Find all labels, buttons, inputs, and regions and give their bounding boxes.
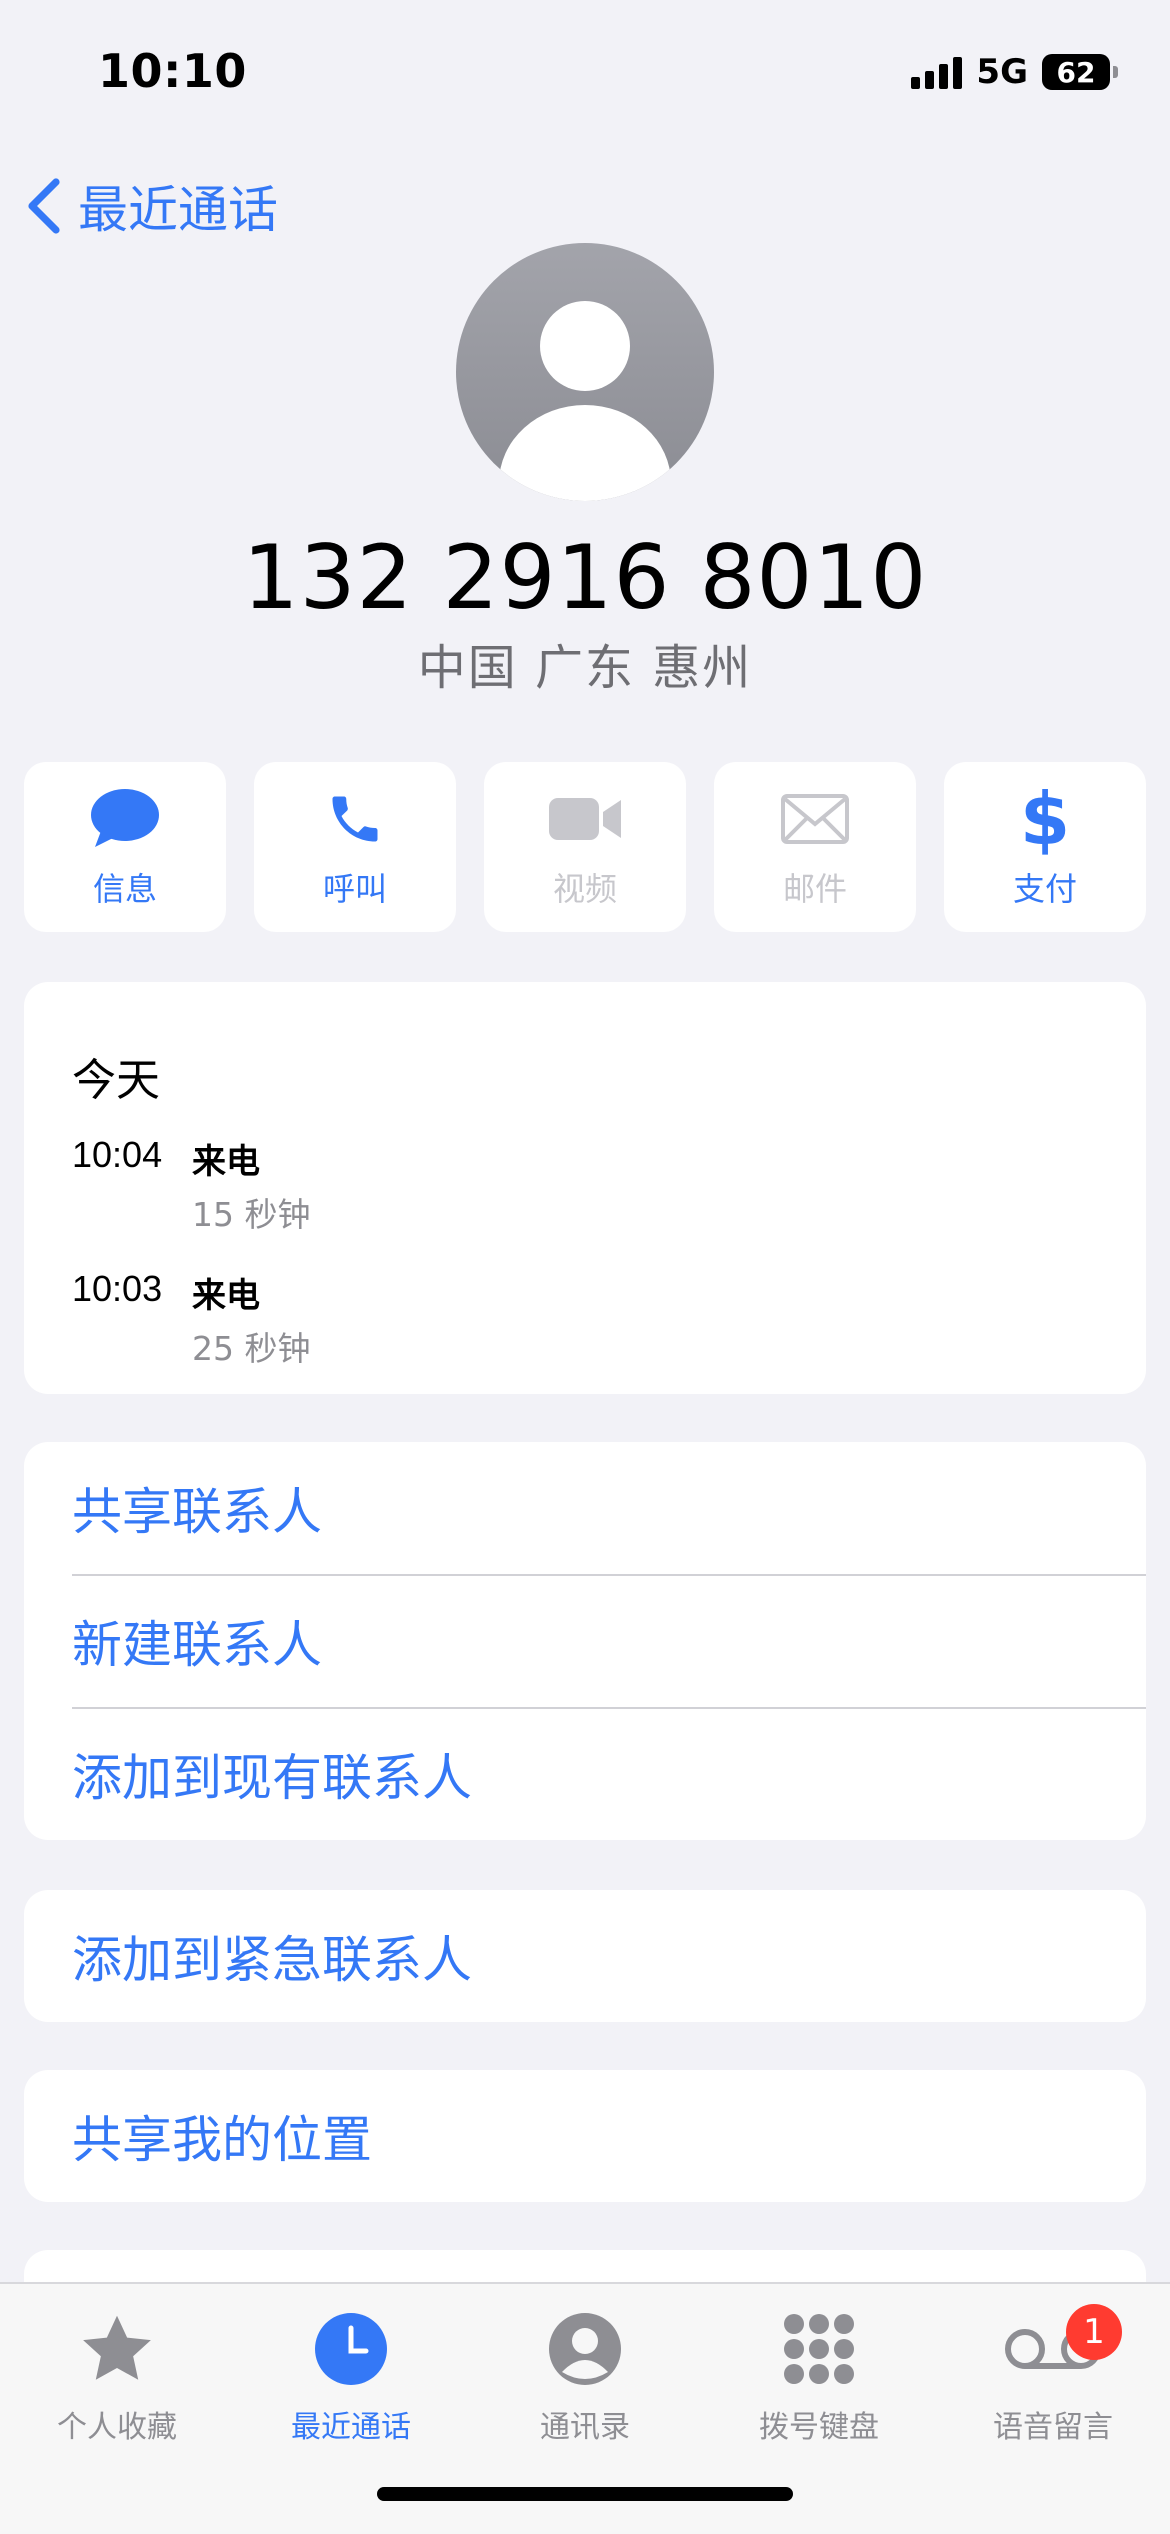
phone-icon	[332, 796, 378, 842]
history-time: 10:04	[72, 1134, 163, 1175]
back-label: 最近通话	[78, 181, 278, 239]
person-silhouette-icon	[499, 301, 671, 501]
add-emergency-contact-button[interactable]: 添加到紧急联系人	[72, 1890, 1146, 2022]
video-button[interactable]: 视频	[484, 762, 686, 932]
video-label: 视频	[552, 870, 617, 908]
tab-label: 语音留言	[993, 2410, 1113, 2445]
tab-recents[interactable]: 最近通话	[234, 2304, 468, 2446]
message-icon	[91, 789, 159, 847]
history-type: 来电	[192, 1142, 260, 1182]
history-duration: 25 秒钟	[192, 1329, 311, 1368]
action-row: 信息 呼叫 视频 邮件 $ 支付	[24, 762, 1146, 932]
tab-label: 拨号键盘	[759, 2410, 879, 2445]
tab-label: 个人收藏	[57, 2410, 177, 2445]
chevron-left-icon	[28, 178, 60, 234]
dollar-icon: $	[1019, 777, 1071, 861]
battery-icon: 62	[1042, 54, 1118, 90]
star-icon	[83, 2315, 151, 2380]
call-button[interactable]: 呼叫	[254, 762, 456, 932]
share-contact-button[interactable]: 共享联系人	[72, 1442, 1146, 1574]
back-button[interactable]: 最近通话	[24, 170, 278, 242]
call-history-card: 今天 10:04 来电 15 秒钟 10:03 来电 25 秒钟	[24, 982, 1146, 1394]
history-time: 10:03	[72, 1268, 163, 1309]
tab-label: 通讯录	[540, 2410, 630, 2445]
pay-label: 支付	[1012, 870, 1077, 908]
tab-keypad[interactable]: 拨号键盘	[702, 2304, 936, 2446]
phone-location: 中国 广东 惠州	[417, 640, 753, 696]
clock-icon	[315, 2313, 387, 2385]
location-card: 共享我的位置	[24, 2070, 1146, 2202]
tab-voicemail[interactable]: 语音留言 1	[936, 2304, 1170, 2446]
tab-label: 最近通话	[291, 2410, 411, 2445]
message-label: 信息	[92, 870, 157, 908]
status-time: 10:10	[98, 44, 247, 98]
mail-button[interactable]: 邮件	[714, 762, 916, 932]
home-indicator[interactable]	[377, 2487, 793, 2501]
pay-button[interactable]: $ 支付	[944, 762, 1146, 932]
video-icon	[549, 798, 621, 840]
tab-contacts[interactable]: 通讯录	[468, 2304, 702, 2446]
signal-icon	[911, 55, 963, 89]
mail-label: 邮件	[782, 870, 847, 908]
history-type: 来电	[192, 1276, 260, 1316]
emergency-card: 添加到紧急联系人	[24, 1890, 1146, 2022]
tab-favorites[interactable]: 个人收藏	[0, 2304, 234, 2446]
history-duration: 15 秒钟	[192, 1195, 311, 1234]
status-indicators: 5G 62	[911, 52, 1118, 92]
add-to-existing-contact-button[interactable]: 添加到现有联系人	[72, 1708, 1146, 1840]
phone-number: 132 2916 8010	[242, 526, 928, 629]
mail-icon	[781, 794, 849, 844]
call-label: 呼叫	[322, 870, 387, 908]
network-type: 5G	[976, 52, 1028, 92]
contacts-icon	[549, 2313, 621, 2385]
keypad-icon	[784, 2314, 854, 2384]
voicemail-badge: 1	[1066, 2304, 1122, 2360]
new-contact-button[interactable]: 新建联系人	[72, 1575, 1146, 1707]
share-location-button[interactable]: 共享我的位置	[72, 2070, 1146, 2202]
contact-actions-card: 共享联系人 新建联系人 添加到现有联系人	[24, 1442, 1146, 1840]
history-date-title: 今天	[72, 1055, 160, 1106]
message-button[interactable]: 信息	[24, 762, 226, 932]
avatar	[456, 243, 714, 501]
